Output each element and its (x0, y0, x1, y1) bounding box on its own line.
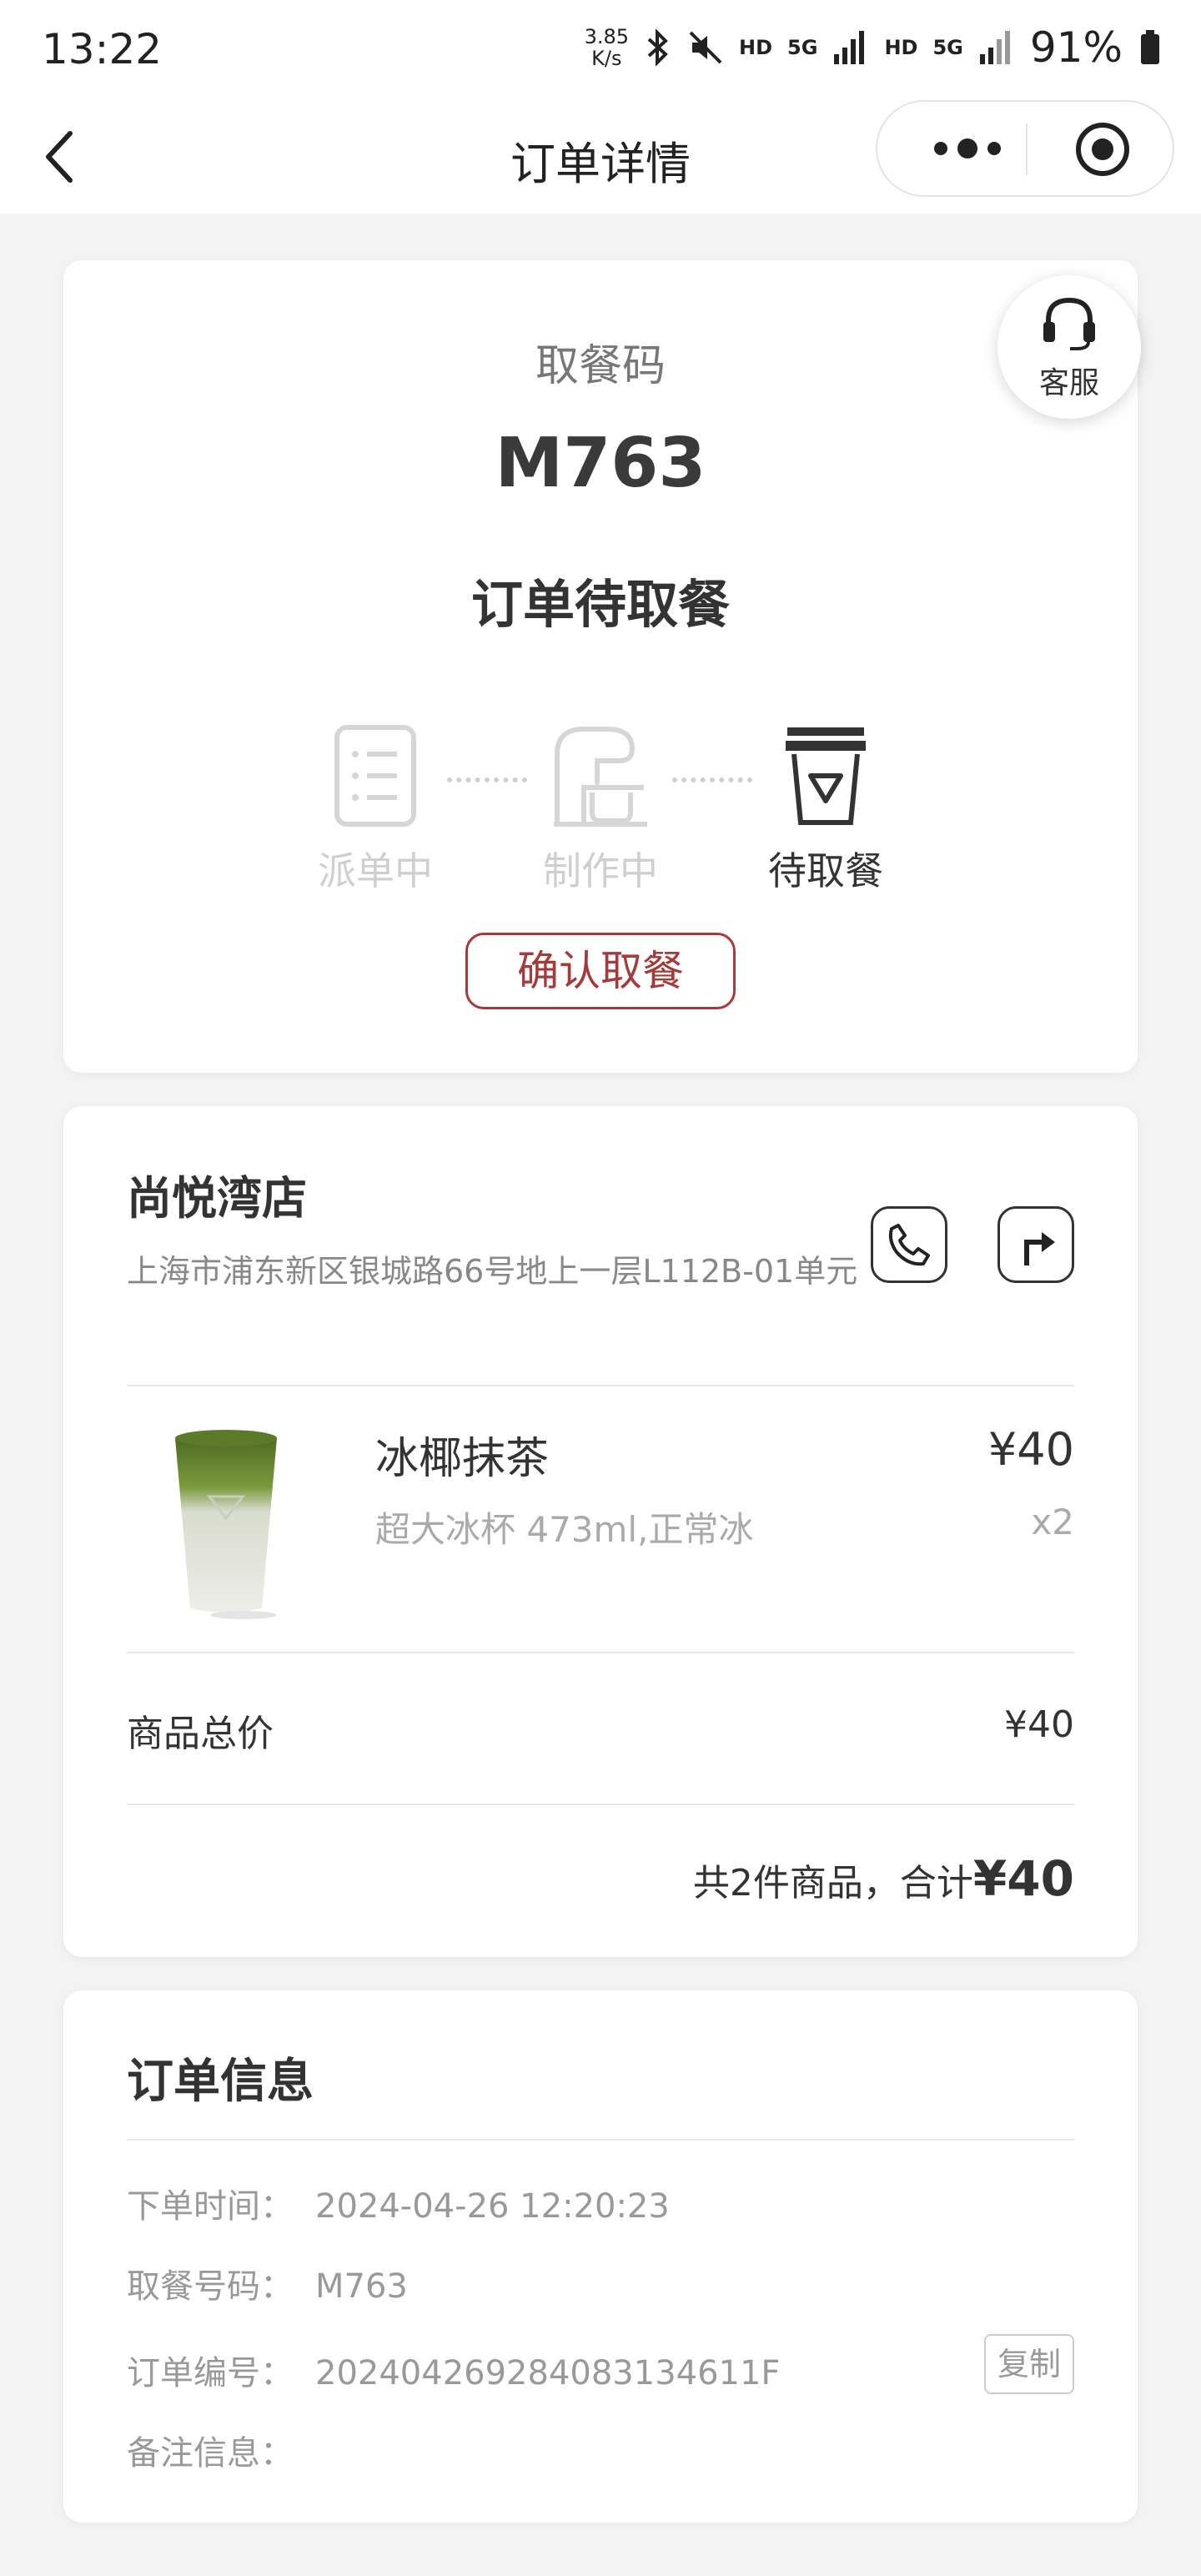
barista-machine-icon (554, 727, 647, 827)
remarks-row: 备注信息： (127, 2426, 315, 2474)
bluetooth-icon (647, 29, 668, 66)
summary-prefix: 共2件商品，合计 (692, 1862, 973, 1904)
info-key: 订单编号： (127, 2354, 294, 2392)
step-making: 制作中 (517, 724, 684, 896)
step-label: 制作中 (543, 848, 658, 893)
step-label: 派单中 (318, 848, 433, 893)
store-name: 尚悦湾店 (127, 1172, 307, 1225)
customer-service-button[interactable]: 客服 (997, 275, 1141, 419)
info-key: 下单时间： (127, 2187, 294, 2226)
order-info-title: 订单信息 (127, 2055, 314, 2109)
step-label: 待取餐 (768, 848, 883, 893)
pickup-code-label: 取餐码 (535, 341, 666, 391)
step-ready: 待取餐 (742, 724, 909, 896)
directions-icon (1024, 1232, 1055, 1265)
capsule-divider (1026, 123, 1028, 175)
info-key: 取餐号码： (127, 2267, 294, 2306)
mini-program-capsule (876, 100, 1174, 197)
product-name: 冰椰抹茶 (375, 1434, 550, 1484)
phone-icon (888, 1224, 930, 1266)
status-bar: 13:22 3.85 K/s HD 5G HD 5G 91% (0, 0, 1201, 100)
summary-total: ¥40 (972, 1850, 1074, 1907)
divider (127, 1804, 1074, 1805)
info-key: 备注信息： (127, 2434, 294, 2473)
call-store-button[interactable] (871, 1206, 947, 1283)
nav-bar: 订单详情 (0, 100, 1201, 214)
subtotal-value: ¥40 (1004, 1703, 1074, 1746)
order-time-row: 下单时间： 2024-04-26 12:20:23 (127, 2179, 670, 2227)
navigate-button[interactable] (997, 1206, 1074, 1283)
product-quantity: x2 (1031, 1502, 1074, 1542)
store-card: 尚悦湾店 上海市浦东新区银城路66号地上一层L112B-01单元 冰椰抹茶 超大… (63, 1106, 1138, 1957)
close-target-icon[interactable] (1073, 120, 1132, 179)
step-dispatching: 派单中 (292, 724, 459, 896)
order-number-value: 20240426928408313461‌1F (315, 2354, 781, 2392)
step-connector (672, 777, 752, 782)
network-speed: 3.85 K/s (584, 25, 630, 70)
mute-icon (689, 31, 722, 64)
store-address: 上海市浦东新区银城路66号地上一层L112B-01单元 (127, 1253, 858, 1290)
battery-icon (1141, 30, 1159, 64)
pickup-code: M763 (495, 424, 706, 503)
signal-icon (834, 31, 865, 64)
headset-icon (1043, 297, 1095, 350)
step-connector (447, 777, 527, 782)
pickup-number-row: 取餐号码： M763 (127, 2259, 408, 2307)
customer-service-label: 客服 (1038, 366, 1099, 400)
clock: 13:22 (42, 25, 163, 73)
copy-order-number-button[interactable]: 复制 (984, 2334, 1074, 2394)
more-icon[interactable] (917, 123, 1018, 174)
pickup-card: 取餐码 M763 订单待取餐 派单中 制作中 待取餐 确认取餐 (63, 260, 1138, 1073)
order-info-card: 订单信息 下单时间： 2024-04-26 12:20:23 取餐号码： M763 … (63, 1990, 1138, 2523)
signal-5g-label-2: 5G (932, 36, 963, 59)
status-icons: 3.85 K/s HD 5G HD 5G 91% (585, 23, 1163, 72)
signal-icon-2 (979, 31, 1010, 64)
confirm-pickup-button[interactable]: 确认取餐 (465, 933, 736, 1009)
product-spec: 超大冰杯 473ml,正常冰 (375, 1509, 754, 1550)
pickup-number-value: M763 (315, 2267, 408, 2306)
signal-5g-label: 5G (787, 36, 818, 59)
battery-percent: 91% (1029, 23, 1123, 72)
product-price: ¥40 (987, 1423, 1074, 1476)
hd-label-2: HD (884, 36, 918, 59)
divider (127, 1652, 1074, 1653)
divider (127, 2139, 1074, 2141)
cup-icon (786, 727, 866, 825)
order-status: 订单待取餐 (470, 574, 730, 635)
order-list-icon (334, 725, 416, 827)
order-number-row: 订单编号： 20240426928408313461‌1F (127, 2346, 780, 2394)
order-time-value: 2024-04-26 12:20:23 (315, 2187, 670, 2226)
divider (127, 1385, 1074, 1386)
order-summary: 共2件商品，合计¥40 (693, 1850, 1074, 1907)
hd-label: HD (739, 36, 773, 59)
subtotal-label: 商品总价 (127, 1713, 274, 1755)
product-image (175, 1430, 277, 1619)
